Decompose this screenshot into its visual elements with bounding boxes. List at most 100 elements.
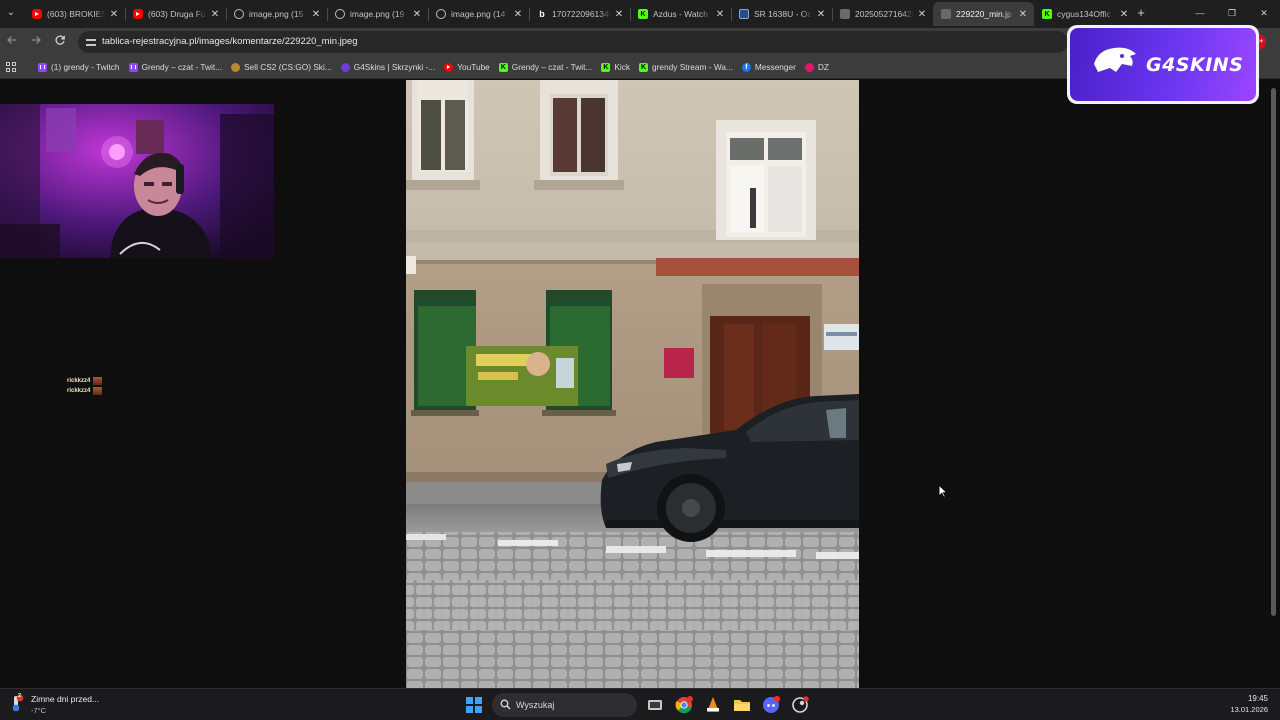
- streamer-webcam: [0, 104, 274, 258]
- browser-tab[interactable]: K Azdus - Watch ✕: [630, 2, 731, 26]
- vlc-icon[interactable]: [703, 695, 723, 715]
- bookmark-item[interactable]: (1) grendy - Twitch: [36, 60, 127, 74]
- facebook-icon: f: [741, 62, 751, 72]
- address-bar[interactable]: tablica-rejestracyjna.pl/images/komentar…: [78, 31, 1068, 53]
- bookmark-label: Kick: [614, 62, 631, 72]
- discord-icon[interactable]: [761, 695, 781, 715]
- site-info-icon[interactable]: [86, 37, 96, 47]
- search-icon: [500, 699, 511, 710]
- tab-close-icon[interactable]: ✕: [614, 9, 624, 20]
- bookmark-label: grendy Stream - Wa...: [652, 62, 733, 72]
- kick-icon: K: [601, 62, 611, 72]
- back-arrow-icon[interactable]: [4, 34, 20, 50]
- emote-icon: [93, 377, 103, 385]
- browser-tab-strip: ⌄ (603) BROKIES ✕ (603) Druga Fu ✕ image.png…: [0, 0, 1280, 28]
- tab-title: image.png (19: [350, 9, 405, 19]
- tab-close-icon[interactable]: ✕: [816, 9, 826, 20]
- tab-close-icon[interactable]: ✕: [917, 9, 927, 20]
- tab-close-icon[interactable]: ✕: [715, 9, 725, 20]
- scrollbar-thumb[interactable]: [1271, 88, 1276, 616]
- chat-message: rickkzz4: [67, 376, 103, 386]
- bookmark-label: Grendy – czat - Twit...: [511, 62, 593, 72]
- weather-headline: Zimne dni przed...: [31, 694, 100, 704]
- page-scrollbar[interactable]: [1268, 80, 1280, 688]
- weather-alert-badge: 2: [18, 693, 22, 699]
- weather-widget[interactable]: 2 Zimne dni przed... -7°C: [10, 693, 99, 715]
- browser-tab[interactable]: image.png (15 ✕: [226, 2, 327, 26]
- browser-tab[interactable]: (603) BROKIES ✕: [24, 2, 125, 26]
- task-view-icon[interactable]: [645, 695, 665, 715]
- browser-tab[interactable]: (603) Druga Fu ✕: [125, 2, 226, 26]
- forward-arrow-icon[interactable]: [28, 34, 44, 50]
- chrome-icon[interactable]: [674, 695, 694, 715]
- tab-close-icon[interactable]: ✕: [1119, 9, 1129, 20]
- dz-icon: [804, 62, 814, 72]
- clock-time: 19:45: [1247, 694, 1268, 703]
- tab-close-icon[interactable]: ✕: [210, 9, 220, 20]
- minimize-button[interactable]: —: [1184, 0, 1216, 26]
- bookmark-label: YouTube: [457, 62, 490, 72]
- bookmark-label: Grendy – czat - Twit...: [141, 62, 223, 72]
- chat-username: rickkzz4: [67, 378, 91, 384]
- b-icon: b: [539, 9, 545, 19]
- browser-tab[interactable]: SR 1638U - Oc ✕: [731, 2, 832, 26]
- bookmark-item[interactable]: G4Skins | Skrzynki -...: [339, 60, 442, 74]
- tab-search-chevron-icon[interactable]: ⌄: [3, 5, 19, 21]
- image-icon: [840, 9, 850, 19]
- chat-username: rickkzz4: [67, 388, 91, 394]
- bookmark-item[interactable]: YouTube: [442, 60, 497, 74]
- tab-title: cygus134Offic: [1057, 9, 1111, 19]
- plate-icon: [739, 9, 749, 19]
- browser-tab[interactable]: image.png (19 ✕: [327, 2, 428, 26]
- system-clock[interactable]: 19:45 13.01.2026: [1230, 694, 1268, 714]
- windows-start-icon[interactable]: [466, 697, 482, 713]
- tab-title: 2025052716420: [855, 9, 914, 19]
- url-text[interactable]: tablica-rejestracyjna.pl/images/komentar…: [102, 36, 358, 47]
- steam-icon[interactable]: [790, 695, 810, 715]
- browser-tab[interactable]: 2025052716420 ✕: [832, 2, 933, 26]
- restore-button[interactable]: ❐: [1216, 0, 1248, 26]
- reload-icon[interactable]: [52, 34, 68, 50]
- kick-icon: K: [639, 62, 649, 72]
- tab-close-icon[interactable]: ✕: [109, 9, 119, 20]
- mouse-cursor-icon: [938, 484, 948, 498]
- tab-active[interactable]: 229220_min.jp ✕: [933, 2, 1034, 26]
- tab-close-icon[interactable]: ✕: [311, 9, 321, 20]
- street-photo: [406, 80, 859, 688]
- browser-tab[interactable]: image.png (14 ✕: [428, 2, 529, 26]
- bookmark-item[interactable]: DZ: [803, 60, 836, 74]
- clock-date: 13.01.2026: [1230, 705, 1268, 714]
- emote-icon: [93, 387, 103, 395]
- new-tab-button[interactable]: +: [1133, 5, 1149, 21]
- tab-title: (603) BROKIES: [47, 9, 106, 19]
- bookmark-item[interactable]: Grendy – czat - Twit...: [127, 60, 230, 74]
- chat-overlay: rickkzz4 rickkzz4: [67, 376, 103, 396]
- taskbar-search[interactable]: Wyszukaj: [492, 693, 637, 717]
- tab-close-icon[interactable]: ✕: [1018, 9, 1028, 20]
- bookmark-label: Messenger: [754, 62, 796, 72]
- tab-list: (603) BROKIES ✕ (603) Druga Fu ✕ image.png (…: [24, 2, 1135, 28]
- bookmark-item[interactable]: Sell CS2 (CS:GO) Ski...: [229, 60, 339, 74]
- apps-grid-icon[interactable]: [6, 62, 16, 72]
- browser-tab[interactable]: b 1707220961340 ✕: [529, 2, 630, 26]
- g4skins-icon: [340, 62, 350, 72]
- tab-title: (603) Druga Fu: [148, 9, 206, 19]
- bookmark-item[interactable]: f Messenger: [740, 60, 803, 74]
- bookmark-label: Sell CS2 (CS:GO) Ski...: [244, 62, 332, 72]
- building-and-car-image: [406, 80, 859, 688]
- browser-tab[interactable]: Kcygus134Offic ✕: [1034, 2, 1135, 26]
- close-window-button[interactable]: ✕: [1248, 0, 1280, 26]
- tab-close-icon[interactable]: ✕: [412, 9, 422, 20]
- bookmark-item[interactable]: K Kick: [599, 60, 637, 74]
- tab-title: 229220_min.jp: [956, 9, 1012, 19]
- sponsor-banner-body: G4SKINS: [1070, 28, 1256, 101]
- twitch-icon: [38, 62, 47, 72]
- bookmark-item[interactable]: Kgrendy Stream - Wa...: [637, 60, 740, 74]
- bookmark-item[interactable]: K Grendy – czat - Twit...: [497, 60, 600, 74]
- file-explorer-icon[interactable]: [732, 695, 752, 715]
- tab-title: image.png (15: [249, 9, 304, 19]
- tab-title: 1707220961340: [552, 9, 611, 19]
- sponsor-logo-text: G4SKINS: [1146, 54, 1244, 76]
- thermometer-icon: 2: [10, 693, 26, 712]
- tab-close-icon[interactable]: ✕: [513, 9, 523, 20]
